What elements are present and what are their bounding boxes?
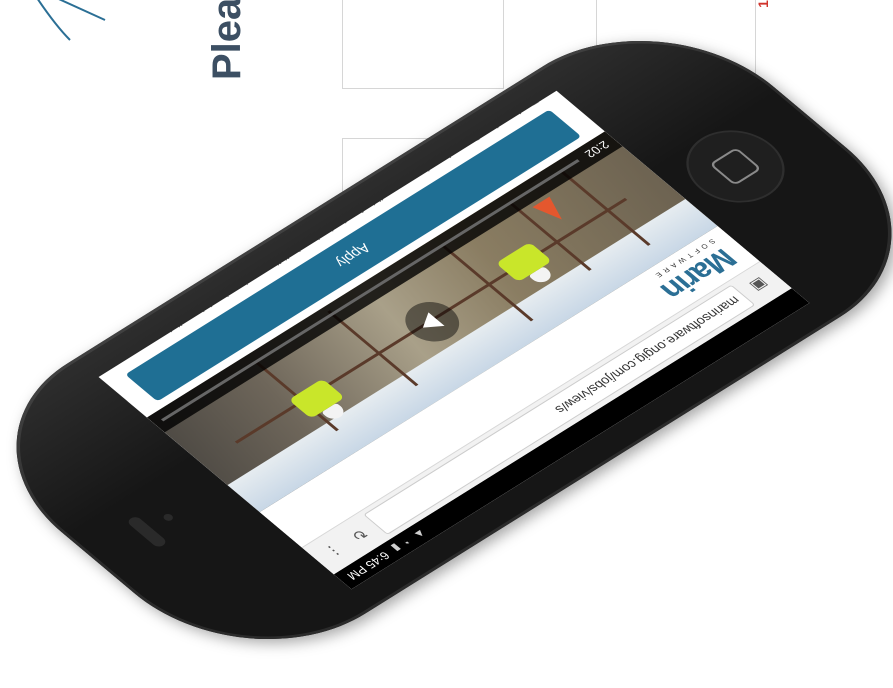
tabs-icon[interactable]: ▣ xyxy=(742,272,778,299)
wifi-icon: ◔ xyxy=(399,535,416,548)
reload-icon[interactable]: ↻ xyxy=(341,522,377,549)
phone-camera xyxy=(161,512,175,523)
battery-icon: ▮ xyxy=(388,541,404,554)
video-progress-fill xyxy=(577,159,580,162)
signal-icon: ▲ xyxy=(410,526,430,541)
traffic-cone xyxy=(532,196,571,225)
background-heading: Plea xyxy=(205,0,249,80)
video-time: 2:02 xyxy=(581,138,613,161)
background-card-number: 1 xyxy=(754,0,771,8)
smartphone: ▲ ◔ ▮ 6:45 PM ▣ marinsoftware.ongig.com/… xyxy=(0,0,893,688)
background-card: 1 xyxy=(342,0,771,89)
menu-icon[interactable]: ⋮ xyxy=(316,538,352,565)
rebar xyxy=(559,169,651,246)
phone-speaker xyxy=(125,515,169,549)
background-logo-stroke xyxy=(37,0,106,41)
home-button-icon xyxy=(709,147,762,186)
